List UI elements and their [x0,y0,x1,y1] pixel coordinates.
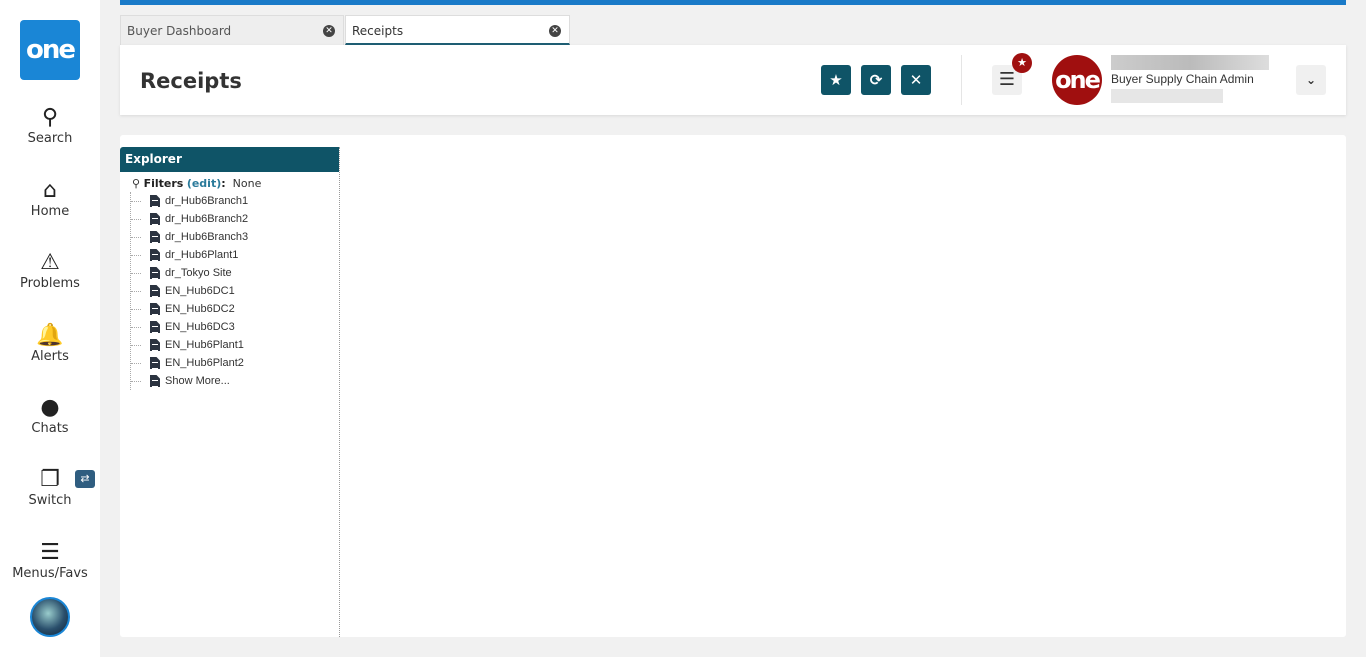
nav-chats[interactable]: ● Chats [0,395,100,436]
nav-alerts[interactable]: 🔔 Alerts [0,323,100,364]
nav-search[interactable]: ⚲ Search [0,105,100,146]
tree-item-label: EN_Hub6DC1 [165,285,235,297]
filters-label: Filters [143,177,184,190]
tree-item[interactable]: EN_Hub6DC3 [131,318,339,336]
content-panel: Explorer ⚲ Filters (edit): None dr_Hub6B… [120,135,1346,637]
star-icon: ★ [829,71,843,89]
tab-label: Buyer Dashboard [127,24,232,38]
tree-item-label: EN_Hub6DC3 [165,321,235,333]
nav-menus-favs[interactable]: ☰ Menus/Favs [0,540,100,581]
top-accent-bar [120,0,1346,5]
explorer-panel: Explorer ⚲ Filters (edit): None dr_Hub6B… [120,147,340,637]
chat-icon: ● [40,395,60,420]
user-avatar[interactable] [30,597,70,637]
menu-icon: ☰ [40,540,60,565]
explorer-title: Explorer [120,147,339,172]
chevron-down-icon: ⌄ [1305,73,1317,87]
tree-item-label: Show More... [165,375,230,387]
warning-icon: ⚠ [40,250,60,275]
user-avatar-large[interactable]: one [1052,55,1102,105]
close-tab-icon[interactable]: ✕ [323,25,335,37]
filters-value: None [232,177,262,190]
tree-item-label: dr_Hub6Branch1 [165,195,249,207]
tree-item-label: dr_Hub6Branch2 [165,213,249,225]
favorites-star-icon[interactable]: ★ [1012,53,1032,73]
nav-label: Problems [20,276,80,291]
hamburger-icon: ☰ [998,69,1016,90]
redacted-user-org [1111,89,1223,103]
document-icon [150,321,160,333]
tab-receipts[interactable]: Receipts ✕ [345,15,570,45]
document-icon [150,339,160,351]
filters-row: ⚲ Filters (edit): None [132,177,262,190]
app-logo[interactable]: one [20,20,80,80]
tab-buyer-dashboard[interactable]: Buyer Dashboard ✕ [120,15,344,45]
tab-label: Receipts [352,24,404,38]
favorite-button[interactable]: ★ [821,65,851,95]
tree-item-label: EN_Hub6Plant2 [165,357,244,369]
document-icon [150,231,160,243]
nav-label: Home [30,204,70,219]
edit-filters-link[interactable]: (edit) [187,177,221,190]
show-more-link[interactable]: Show More... [131,372,339,390]
nav-label: Chats [31,421,69,436]
nav-label: Switch [28,493,72,508]
tree-item[interactable]: EN_Hub6Plant2 [131,354,339,372]
tree-item-label: EN_Hub6Plant1 [165,339,244,351]
search-icon: ⚲ [41,105,59,130]
tree-item[interactable]: dr_Hub6Plant1 [131,246,339,264]
tree-item[interactable]: dr_Tokyo Site [131,264,339,282]
page-title: Receipts [140,69,242,93]
tree-item[interactable]: EN_Hub6DC2 [131,300,339,318]
user-menu-dropdown[interactable]: ⌄ [1296,65,1326,95]
tree-item[interactable]: dr_Hub6Branch1 [131,192,339,210]
tree-item-label: dr_Tokyo Site [165,267,232,279]
search-icon: ⚲ [132,177,141,190]
document-icon [150,285,160,297]
document-icon [150,195,160,207]
nav-label: Alerts [31,349,69,364]
refresh-icon: ⟳ [869,71,883,89]
tree-item[interactable]: dr_Hub6Branch3 [131,228,339,246]
close-tab-icon[interactable]: ✕ [549,25,561,37]
divider [961,55,962,105]
tree-item[interactable]: EN_Hub6DC1 [131,282,339,300]
document-icon [150,375,160,387]
document-icon [150,357,160,369]
explorer-tree: dr_Hub6Branch1 dr_Hub6Branch2 dr_Hub6Branc… [130,192,339,390]
redacted-user-name [1111,55,1269,70]
close-icon: ✕ [909,71,923,89]
tree-item-label: dr_Hub6Branch3 [165,231,249,243]
tree-item-label: EN_Hub6DC2 [165,303,235,315]
page-header: Receipts ★ ⟳ ✕ ☰ ★ one Buyer Supply Chai… [120,45,1346,115]
document-icon [150,267,160,279]
document-icon [150,213,160,225]
close-button[interactable]: ✕ [901,65,931,95]
nav-problems[interactable]: ⚠ Problems [0,250,100,291]
sidebar: one ⚲ Search ⌂ Home ⚠ Problems 🔔 Alerts ● Cha… [0,0,100,657]
nav-label: Menus/Favs [12,566,88,581]
home-icon: ⌂ [43,178,57,203]
switch-badge-icon[interactable]: ⇄ [75,470,95,488]
nav-label: Search [27,131,73,146]
refresh-button[interactable]: ⟳ [861,65,891,95]
document-icon [150,303,160,315]
tree-item[interactable]: EN_Hub6Plant1 [131,336,339,354]
bell-icon: 🔔 [36,323,64,348]
tree-item-label: dr_Hub6Plant1 [165,249,239,261]
user-role: Buyer Supply Chain Admin [1111,72,1254,86]
nav-home[interactable]: ⌂ Home [0,178,100,219]
document-icon [150,249,160,261]
tree-item[interactable]: dr_Hub6Branch2 [131,210,339,228]
